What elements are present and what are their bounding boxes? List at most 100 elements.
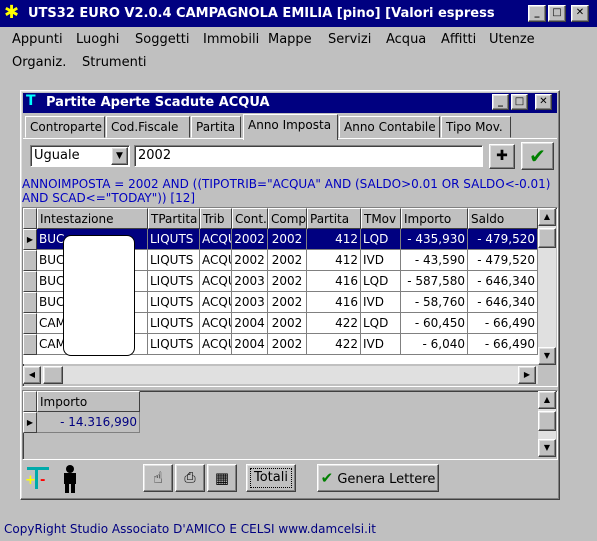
tab-cod-fiscale[interactable]: Cod.Fiscale <box>106 116 190 138</box>
row-selector[interactable] <box>23 313 37 334</box>
cell-partita[interactable]: 422 <box>307 313 361 334</box>
operator-select[interactable]: Uguale ▼ <box>30 145 130 167</box>
cell-saldo[interactable]: - 479,520 <box>468 250 538 271</box>
cell-importo[interactable]: - 43,590 <box>401 250 468 271</box>
tab-partita[interactable]: Partita <box>191 116 241 138</box>
cell-comp[interactable]: 2002 <box>268 229 307 250</box>
cell-partita[interactable]: 412 <box>307 229 361 250</box>
cell-tpartita[interactable]: LIQUTS <box>148 250 200 271</box>
cell-cont[interactable]: 2003 <box>232 292 268 313</box>
row-selector[interactable] <box>23 334 37 355</box>
cell-tmov[interactable]: IVD <box>361 334 401 355</box>
cell-importo[interactable]: - 587,580 <box>401 271 468 292</box>
menu-mappe[interactable]: Mappe <box>268 32 312 47</box>
totals-vertical-scrollbar[interactable]: ▲ ▼ <box>538 391 556 457</box>
cell-importo[interactable]: - 58,760 <box>401 292 468 313</box>
grid-vertical-scrollbar[interactable]: ▲ ▼ <box>538 208 556 365</box>
col-header-tmov[interactable]: TMov <box>361 208 401 229</box>
cell-saldo[interactable]: - 66,490 <box>468 313 538 334</box>
maximize-button[interactable]: □ <box>548 5 566 22</box>
genera-lettere-button[interactable]: ✔ Genera Lettere <box>317 464 439 492</box>
col-header-partita[interactable]: Partita <box>307 208 361 229</box>
cell-partita[interactable]: 416 <box>307 292 361 313</box>
col-header-trib[interactable]: Trib <box>200 208 232 229</box>
cell-comp[interactable]: 2002 <box>268 313 307 334</box>
menu-utenze[interactable]: Utenze <box>489 32 535 47</box>
minimize-button[interactable]: _ <box>528 5 546 22</box>
col-header-intestazione[interactable]: Intestazione <box>37 208 148 229</box>
col-header-cont[interactable]: Cont. <box>232 208 268 229</box>
cell-tpartita[interactable]: LIQUTS <box>148 313 200 334</box>
cell-cont[interactable]: 2002 <box>232 229 268 250</box>
scroll-up-icon[interactable]: ▲ <box>538 208 556 226</box>
cell-partita[interactable]: 422 <box>307 334 361 355</box>
scroll-thumb[interactable] <box>538 228 556 248</box>
cell-tmov[interactable]: IVD <box>361 292 401 313</box>
totals-grid[interactable]: Importo ▶ - 14.316,990 ▲ ▼ <box>22 390 558 460</box>
cell-comp[interactable]: 2002 <box>268 250 307 271</box>
cell-trib[interactable]: ACQU <box>200 271 232 292</box>
cell-cont[interactable]: 2002 <box>232 250 268 271</box>
add-filter-button[interactable]: ✚ <box>489 144 515 169</box>
cell-trib[interactable]: ACQU <box>200 229 232 250</box>
menu-appunti[interactable]: Appunti <box>12 32 63 47</box>
row-selector[interactable] <box>23 271 37 292</box>
col-header-tpartita[interactable]: TPartita <box>148 208 200 229</box>
child-minimize-button[interactable]: _ <box>492 94 509 110</box>
cell-comp[interactable]: 2002 <box>268 334 307 355</box>
cell-trib[interactable]: ACQU <box>200 250 232 271</box>
cell-saldo[interactable]: - 646,340 <box>468 292 538 313</box>
cell-cont[interactable]: 2003 <box>232 271 268 292</box>
cell-cont[interactable]: 2004 <box>232 313 268 334</box>
cell-tpartita[interactable]: LIQUTS <box>148 334 200 355</box>
cell-tpartita[interactable]: LIQUTS <box>148 271 200 292</box>
cell-trib[interactable]: ACQU <box>200 313 232 334</box>
cell-saldo[interactable]: - 479,520 <box>468 229 538 250</box>
cell-saldo[interactable]: - 66,490 <box>468 334 538 355</box>
scroll-down-icon[interactable]: ▼ <box>538 347 556 365</box>
menu-immobili[interactable]: Immobili <box>203 32 259 47</box>
cell-comp[interactable]: 2002 <box>268 271 307 292</box>
menu-affitti[interactable]: Affitti <box>441 32 476 47</box>
child-close-button[interactable]: ✕ <box>535 94 552 110</box>
cell-trib[interactable]: ACQU <box>200 292 232 313</box>
totali-button[interactable]: Totali <box>246 464 296 492</box>
cell-cont[interactable]: 2004 <box>232 334 268 355</box>
tab-anno-contabile[interactable]: Anno Contabile <box>339 116 440 138</box>
cell-partita[interactable]: 412 <box>307 250 361 271</box>
col-header-importo[interactable]: Importo <box>401 208 468 229</box>
row-selector[interactable] <box>23 250 37 271</box>
chevron-down-icon[interactable]: ▼ <box>111 147 128 165</box>
tab-tipo-mov[interactable]: Tipo Mov. <box>441 116 511 138</box>
cell-importo[interactable]: - 435,930 <box>401 229 468 250</box>
close-button[interactable]: ✕ <box>571 5 589 22</box>
cell-importo[interactable]: - 60,450 <box>401 313 468 334</box>
apply-filter-button[interactable]: ✔ <box>521 142 554 170</box>
menu-organiz[interactable]: Organiz. <box>12 55 66 70</box>
menu-acqua[interactable]: Acqua <box>386 32 426 47</box>
cell-importo[interactable]: - 6,040 <box>401 334 468 355</box>
cell-tpartita[interactable]: LIQUTS <box>148 292 200 313</box>
tab-anno-imposta[interactable]: Anno Imposta <box>243 114 338 140</box>
cell-tmov[interactable]: LQD <box>361 313 401 334</box>
hscroll-thumb[interactable] <box>43 366 63 384</box>
data-grid[interactable]: Intestazione TPartita Trib Cont. Comp Pa… <box>22 207 558 387</box>
totals-scroll-up-icon[interactable]: ▲ <box>538 391 556 409</box>
menu-luoghi[interactable]: Luoghi <box>76 32 119 47</box>
cell-partita[interactable]: 416 <box>307 271 361 292</box>
hand-button[interactable]: ☝ <box>143 464 173 492</box>
scroll-left-icon[interactable]: ◀ <box>23 366 41 384</box>
cell-tmov[interactable]: IVD <box>361 250 401 271</box>
child-maximize-button[interactable]: □ <box>511 94 528 110</box>
col-header-saldo[interactable]: Saldo <box>468 208 538 229</box>
menu-soggetti[interactable]: Soggetti <box>135 32 190 47</box>
menu-strumenti[interactable]: Strumenti <box>82 55 147 70</box>
filter-value-input[interactable]: 2002 <box>134 145 483 167</box>
totals-scroll-thumb[interactable] <box>538 411 556 431</box>
cell-saldo[interactable]: - 646,340 <box>468 271 538 292</box>
tab-controparte[interactable]: Controparte <box>25 116 105 138</box>
cell-tmov[interactable]: LQD <box>361 229 401 250</box>
table-button[interactable]: ▦ <box>207 464 237 492</box>
person-icon[interactable] <box>60 465 80 493</box>
cell-tpartita[interactable]: LIQUTS <box>148 229 200 250</box>
